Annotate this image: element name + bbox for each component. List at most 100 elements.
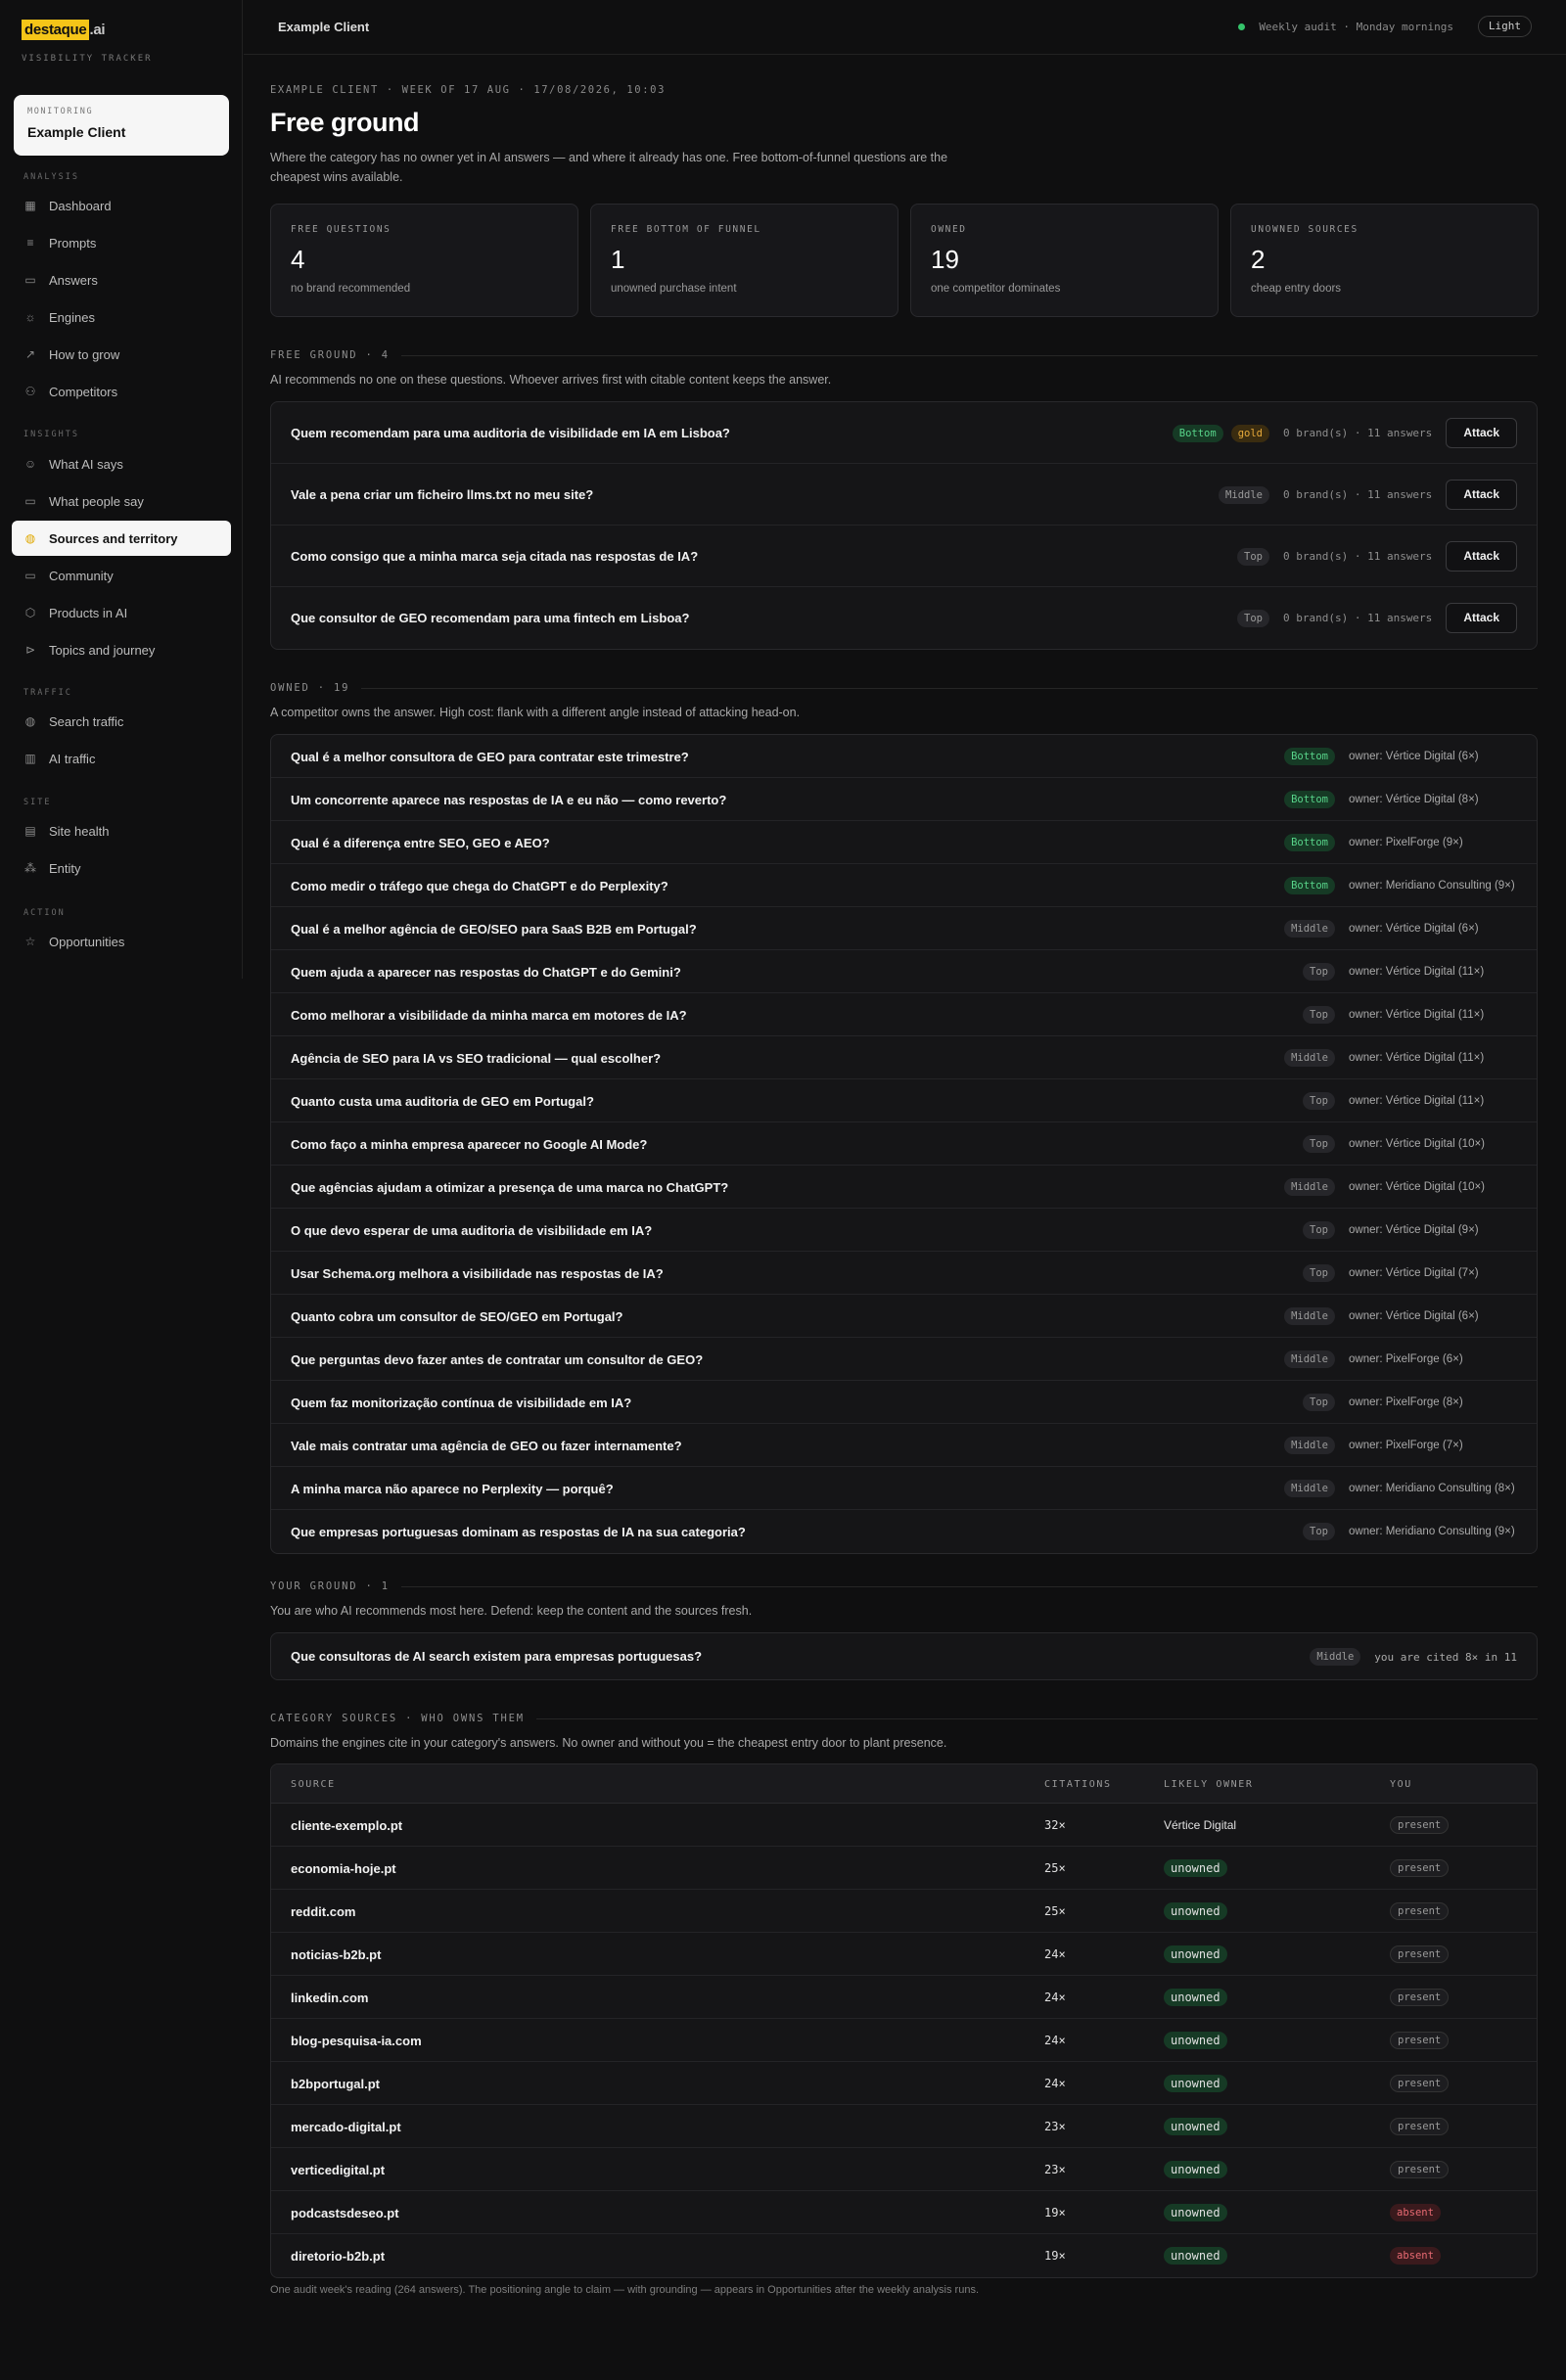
- nav-item-label: What AI says: [49, 456, 123, 472]
- answer-count: 0 brand(s) · 11 answers: [1282, 550, 1433, 563]
- attack-button[interactable]: Attack: [1446, 603, 1517, 633]
- owned-question-row[interactable]: O que devo esperar de uma auditoria de v…: [271, 1209, 1537, 1252]
- question-text: Como medir o tráfego que chega do ChatGP…: [291, 879, 668, 893]
- citation-count: 25×: [1044, 1904, 1066, 1918]
- nav-item-competitors[interactable]: ⚇ Competitors: [12, 374, 231, 409]
- owner-label: owner: PixelForge (9×): [1349, 837, 1463, 848]
- stat-card: FREE QUESTIONS 4 no brand recommended: [270, 204, 578, 317]
- owned-question-row[interactable]: Qual é a melhor consultora de GEO para c…: [271, 735, 1537, 778]
- cited-count: you are cited 8× in 11: [1374, 1650, 1517, 1664]
- attack-button[interactable]: Attack: [1446, 541, 1517, 572]
- owned-question-row[interactable]: Quanto cobra um consultor de SEO/GEO em …: [271, 1295, 1537, 1338]
- table-row[interactable]: b2bportugal.pt 24× unowned present: [271, 2062, 1537, 2105]
- table-row[interactable]: noticias-b2b.pt 24× unowned present: [271, 1933, 1537, 1976]
- nav-item-how-to-grow[interactable]: ↗ How to grow: [12, 337, 231, 372]
- owned-question-row[interactable]: Quem faz monitorização contínua de visib…: [271, 1381, 1537, 1424]
- nav-item-sources-and-territory[interactable]: ◍ Sources and territory: [12, 521, 231, 556]
- nav-item-engines[interactable]: ☼ Engines: [12, 299, 231, 335]
- stat-card: OWNED 19 one competitor dominates: [910, 204, 1219, 317]
- your-ground-heading-text: YOUR GROUND · 1: [270, 1580, 390, 1592]
- table-row[interactable]: economia-hoje.pt 25× unowned present: [271, 1847, 1537, 1890]
- table-row[interactable]: verticedigital.pt 23× unowned present: [271, 2148, 1537, 2191]
- nav-item-dashboard[interactable]: ▦ Dashboard: [12, 188, 231, 223]
- funnel-stage-badge: Top: [1303, 1006, 1335, 1024]
- bars-icon: ▥: [24, 752, 36, 765]
- nav-item-what-people-say[interactable]: ▭ What people say: [12, 483, 231, 519]
- owner-label: owner: Vértice Digital (11×): [1349, 1052, 1485, 1064]
- nav-item-opportunities[interactable]: ☆ Opportunities: [12, 924, 231, 959]
- owned-question-row[interactable]: Como melhorar a visibilidade da minha ma…: [271, 993, 1537, 1036]
- window-icon: ▤: [24, 824, 36, 838]
- source-domain: podcastsdeseo.pt: [291, 2206, 399, 2220]
- question-text: Que consultoras de AI search existem par…: [291, 1649, 703, 1664]
- table-row[interactable]: reddit.com 25× unowned present: [271, 1890, 1537, 1933]
- owned-question-row[interactable]: Qual é a diferença entre SEO, GEO e AEO?…: [271, 821, 1537, 864]
- presence-badge: present: [1390, 1859, 1450, 1877]
- nav-section-traffic: TRAFFIC: [23, 688, 72, 698]
- table-header: SOURCE CITATIONS LIKELY OWNER YOU: [271, 1764, 1537, 1804]
- source-domain: linkedin.com: [291, 1991, 369, 2005]
- owned-question-row[interactable]: Um concorrente aparece nas respostas de …: [271, 778, 1537, 821]
- priority-badge: gold: [1230, 424, 1269, 442]
- nav-item-what-ai-says[interactable]: ☺ What AI says: [12, 446, 231, 481]
- sources-desc: Domains the engines cite in your categor…: [270, 1736, 947, 1750]
- your-question-row[interactable]: Que consultoras de AI search existem par…: [271, 1633, 1537, 1679]
- owned-question-row[interactable]: Qual é a melhor agência de GEO/SEO para …: [271, 907, 1537, 950]
- sidebar: destaque .ai VISIBILITY TRACKER MONITORIN…: [0, 0, 243, 979]
- table-row[interactable]: podcastsdeseo.pt 19× unowned absent: [271, 2191, 1537, 2234]
- nav-item-label: What people say: [49, 493, 144, 509]
- owned-question-row[interactable]: Quem ajuda a aparecer nas respostas do C…: [271, 950, 1537, 993]
- funnel-stage-badge: Middle: [1284, 1178, 1335, 1196]
- owned-question-row[interactable]: Que empresas portuguesas dominam as resp…: [271, 1510, 1537, 1553]
- table-row[interactable]: diretorio-b2b.pt 19× unowned absent: [271, 2234, 1537, 2277]
- owned-question-row[interactable]: Quanto custa uma auditoria de GEO em Por…: [271, 1079, 1537, 1122]
- funnel-stage-badge: Top: [1237, 547, 1269, 566]
- attack-button[interactable]: Attack: [1446, 480, 1517, 510]
- tagline: VISIBILITY TRACKER: [22, 54, 153, 64]
- nav-item-topics-and-journey[interactable]: ⊳ Topics and journey: [12, 632, 231, 667]
- owned-question-row[interactable]: Que agências ajudam a otimizar a presenç…: [271, 1166, 1537, 1209]
- owned-question-row[interactable]: Como medir o tráfego que chega do ChatGP…: [271, 864, 1537, 907]
- owned-question-row[interactable]: Vale mais contratar uma agência de GEO o…: [271, 1424, 1537, 1467]
- logo[interactable]: destaque .ai: [22, 20, 106, 40]
- status-dot: [1238, 23, 1245, 30]
- nav-item-products-in-ai[interactable]: ⬡ Products in AI: [12, 595, 231, 630]
- divider: [400, 1585, 1538, 1587]
- owned-question-row[interactable]: Agência de SEO para IA vs SEO tradiciona…: [271, 1036, 1537, 1079]
- topbar: Example Client Weekly audit · Monday mor…: [244, 0, 1566, 55]
- nav-item-prompts[interactable]: ≡ Prompts: [12, 225, 231, 260]
- table-row[interactable]: mercado-digital.pt 23× unowned present: [271, 2105, 1537, 2148]
- client-selector[interactable]: MONITORING Example Client: [14, 95, 229, 156]
- table-row[interactable]: linkedin.com 24× unowned present: [271, 1976, 1537, 2019]
- funnel-stage-badge: Top: [1237, 609, 1269, 627]
- free-question-row: Vale a pena criar um ficheiro llms.txt n…: [271, 464, 1537, 526]
- table-row[interactable]: cliente-exemplo.pt 32× Vértice Digital pres…: [271, 1804, 1537, 1847]
- owned-question-row[interactable]: Usar Schema.org melhora a visibilidade n…: [271, 1252, 1537, 1295]
- stat-sub: unowned purchase intent: [611, 283, 737, 295]
- attack-button[interactable]: Attack: [1446, 418, 1517, 448]
- nav-item-answers[interactable]: ▭ Answers: [12, 262, 231, 298]
- owner-label: owner: Vértice Digital (10×): [1349, 1181, 1486, 1193]
- nav-item-search-traffic[interactable]: ◍ Search traffic: [12, 704, 231, 739]
- owned-question-row[interactable]: A minha marca não aparece no Perplexity …: [271, 1467, 1537, 1510]
- nav-item-site-health[interactable]: ▤ Site health: [12, 813, 231, 848]
- nav-item-entity[interactable]: ⁂ Entity: [12, 850, 231, 886]
- table-row[interactable]: blog-pesquisa-ia.com 24× unowned present: [271, 2019, 1537, 2062]
- owner-label: owner: Vértice Digital (8×): [1349, 794, 1479, 805]
- source-domain: reddit.com: [291, 1904, 356, 1919]
- nav-item-community[interactable]: ▭ Community: [12, 558, 231, 593]
- presence-badge: present: [1390, 1989, 1450, 2006]
- owner-badge: unowned: [1164, 1902, 1227, 1920]
- question-text: Agência de SEO para IA vs SEO tradiciona…: [291, 1051, 662, 1066]
- column-header: SOURCE: [291, 1779, 336, 1790]
- owner-label: owner: Vértice Digital (7×): [1349, 1267, 1479, 1279]
- tag-icon: ⊳: [24, 643, 36, 657]
- funnel-stage-badge: Top: [1303, 1221, 1335, 1239]
- nav-item-ai-traffic[interactable]: ▥ AI traffic: [12, 741, 231, 776]
- owned-question-row[interactable]: Como faço a minha empresa aparecer no Go…: [271, 1122, 1537, 1166]
- free-row-meta: Top 0 brand(s) · 11 answers Attack: [1237, 541, 1517, 572]
- theme-toggle[interactable]: Light: [1477, 16, 1532, 37]
- owned-question-row[interactable]: Que perguntas devo fazer antes de contra…: [271, 1338, 1537, 1381]
- nav-item-label: Products in AI: [49, 605, 128, 620]
- owned-row-meta: Top owner: PixelForge (8×): [1303, 1394, 1517, 1411]
